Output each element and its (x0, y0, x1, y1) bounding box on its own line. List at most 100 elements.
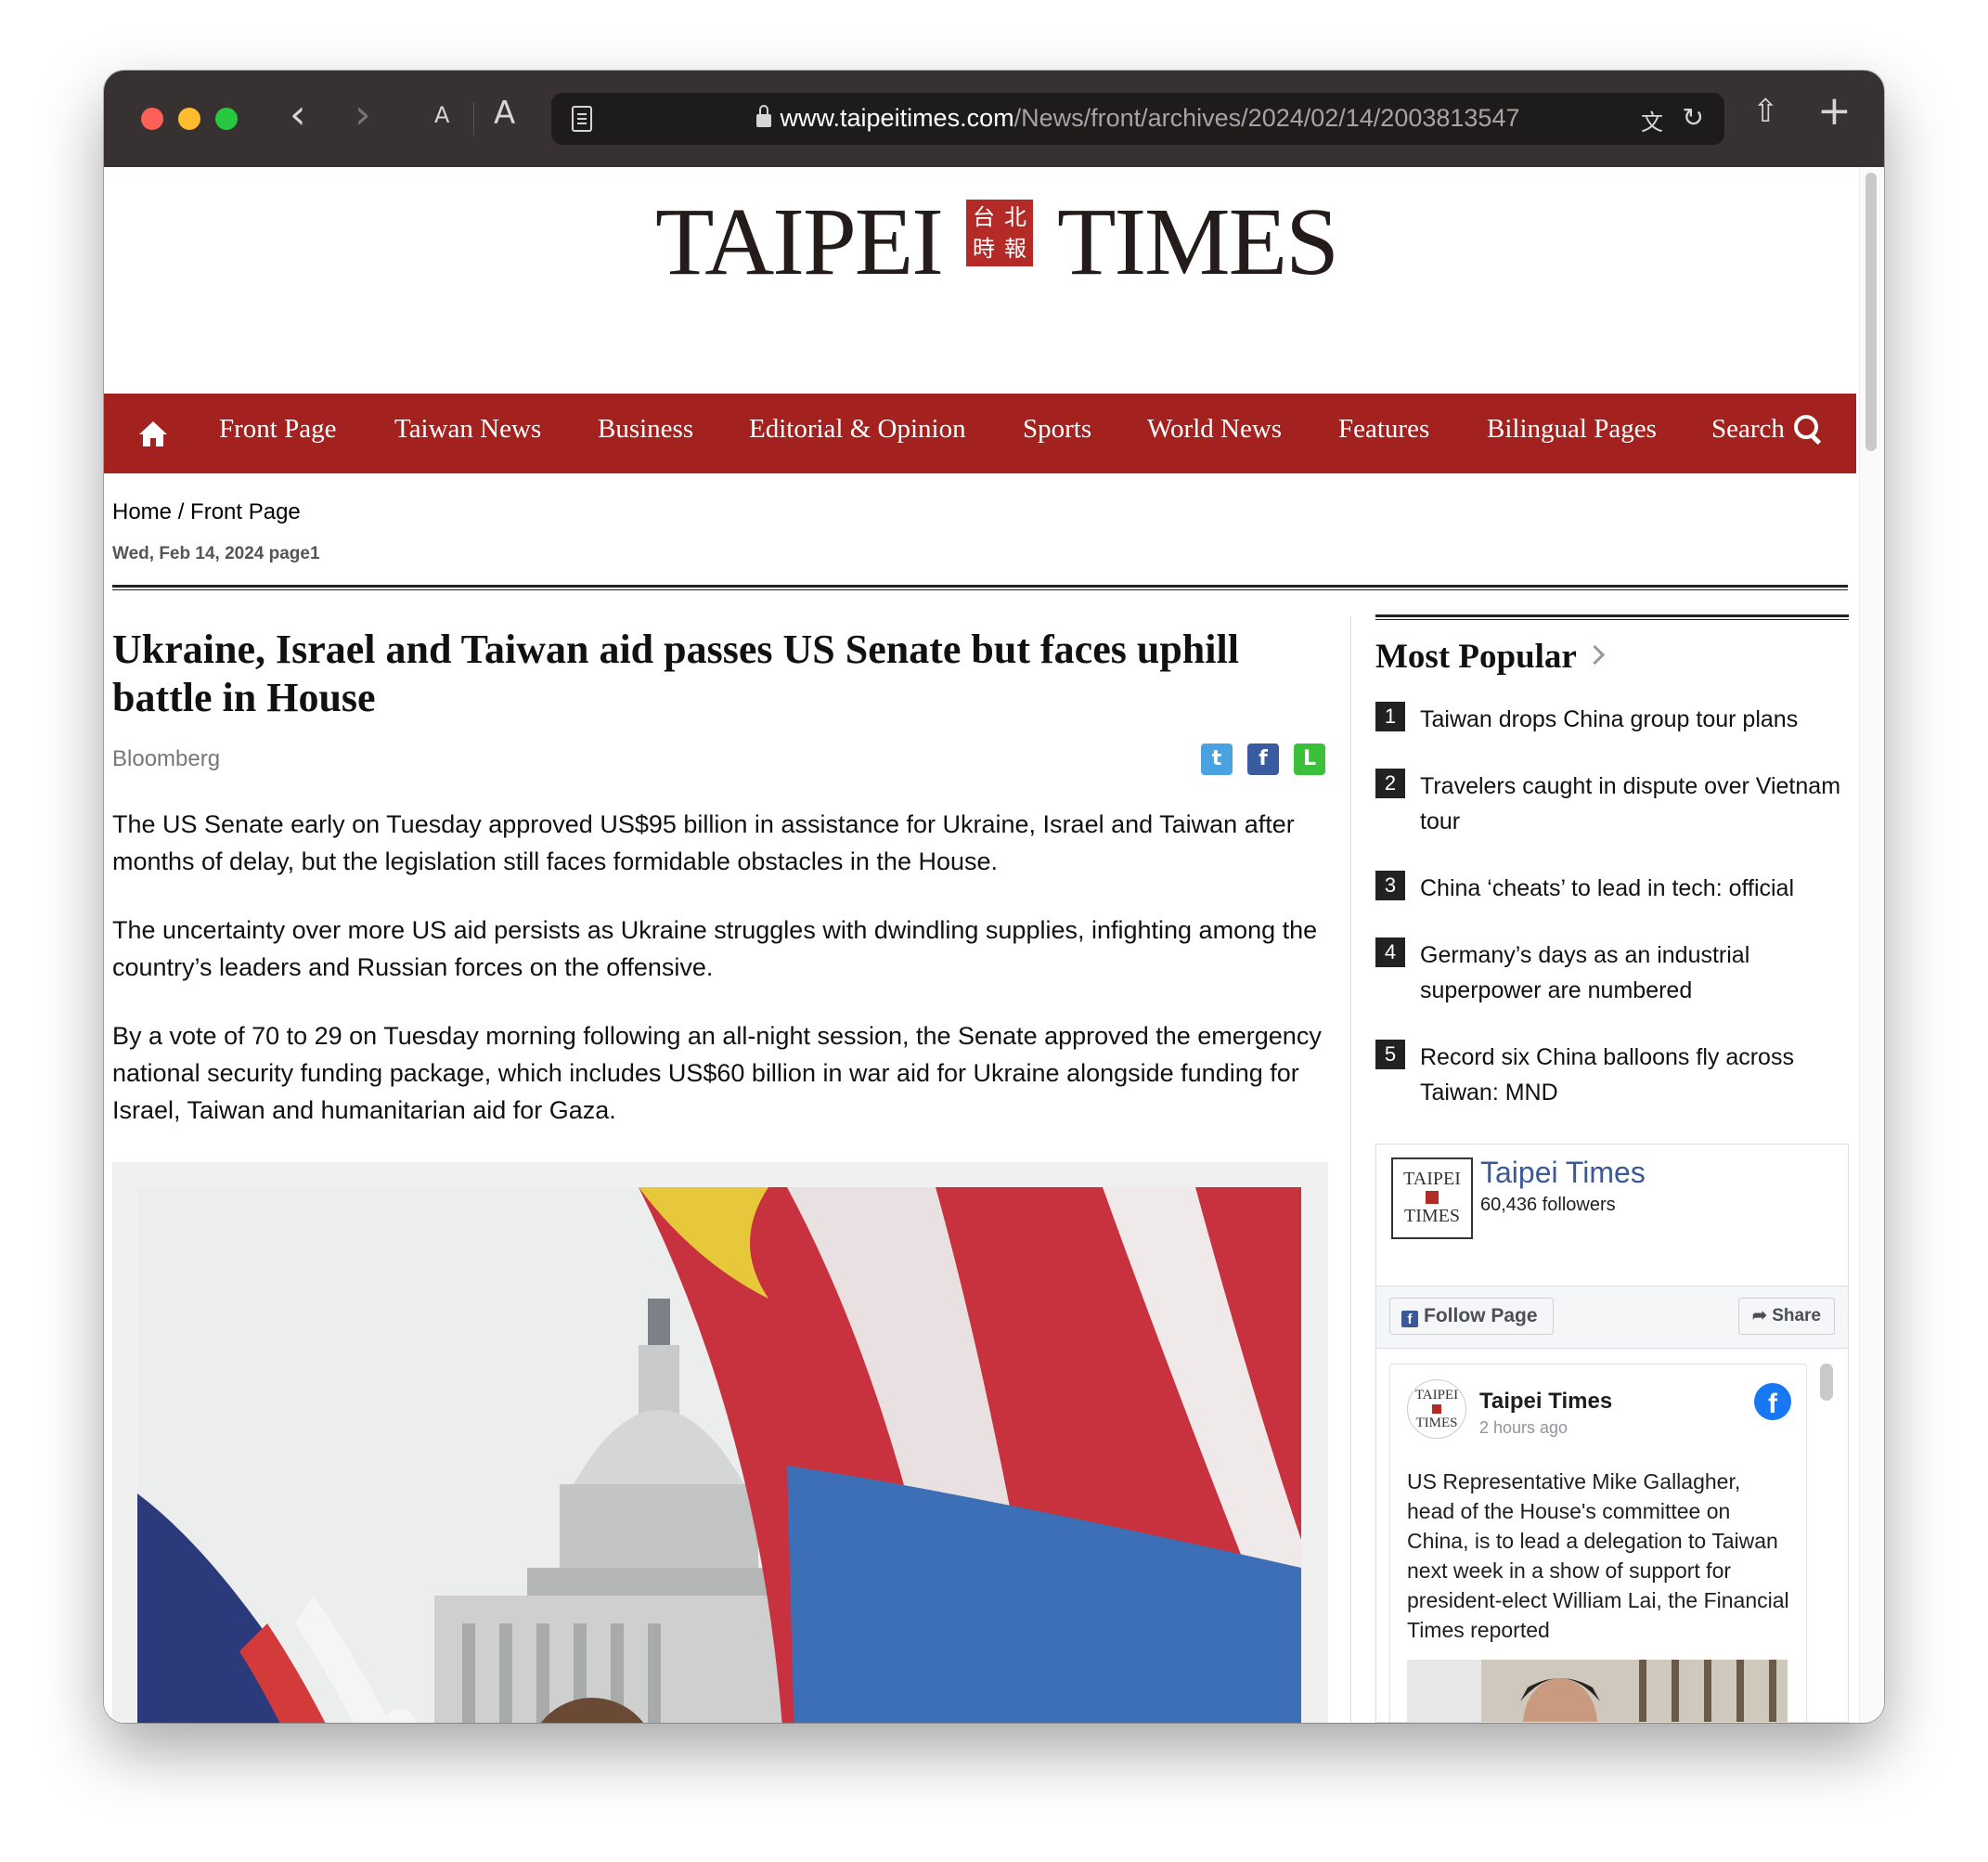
back-icon[interactable]: ‹ (290, 91, 306, 138)
search-icon (1793, 415, 1818, 439)
page-scrollbar[interactable] (1859, 167, 1884, 1723)
article-headline: Ukraine, Israel and Taiwan aid passes US… (112, 627, 1239, 720)
nav-sports[interactable]: Sports (1023, 414, 1091, 445)
nav-editorial-opinion[interactable]: Editorial & Opinion (749, 414, 966, 445)
seal-char: 報 (1003, 236, 1026, 262)
new-tab-icon[interactable]: + (1817, 87, 1852, 135)
browser-toolbar: ‹ › A A www.taipeitimes.com/News/front/a… (104, 71, 1884, 167)
popular-link[interactable]: Germany’s days as an industrial superpow… (1420, 937, 1849, 1008)
address-bar[interactable]: www.taipeitimes.com/News/front/archives/… (551, 93, 1724, 145)
url-path: /News/front/archives/2024/02/14/20038135… (1013, 104, 1520, 132)
avatar-seal (1432, 1404, 1441, 1414)
avatar-top: TAIPEI (1414, 1388, 1459, 1403)
logo-word-left: TAIPEI (655, 188, 944, 295)
post-photo-graphic (1407, 1660, 1788, 1722)
facebook-icon: f (1401, 1311, 1418, 1327)
article-photo-frame (112, 1162, 1328, 1723)
facebook-page-name[interactable]: Taipei Times (1480, 1156, 1646, 1190)
facebook-action-bar: f Follow Page ➦ Share (1376, 1286, 1848, 1349)
popular-link[interactable]: Record six China balloons fly across Tai… (1420, 1040, 1849, 1110)
avatar-bottom: TIMES (1415, 1416, 1458, 1430)
facebook-logo-icon[interactable]: f (1754, 1383, 1791, 1420)
most-popular-heading[interactable]: Most Popular (1375, 637, 1605, 677)
post-timestamp[interactable]: 2 hours ago (1479, 1418, 1568, 1438)
site-logo[interactable]: TAIPEI 台 北 時 報 TIMES (655, 188, 1339, 295)
masthead: TAIPEI 台 北 時 報 TIMES (104, 167, 1856, 323)
article-paragraph: The uncertainty over more US aid persist… (112, 916, 1318, 981)
popular-link[interactable]: Taiwan drops China group tour plans (1420, 702, 1849, 737)
logo-seal: 台 北 時 報 (965, 200, 1033, 266)
fb-logo-bottom: TIMES (1404, 1206, 1460, 1226)
nav-business[interactable]: Business (598, 414, 693, 445)
chevron-right-icon (1584, 644, 1605, 666)
popular-rank: 4 (1375, 937, 1405, 967)
breadcrumb-current[interactable]: Front Page (190, 499, 301, 524)
page-scrollbar-thumb[interactable] (1865, 173, 1877, 451)
capitol-flags-image (137, 1187, 1301, 1723)
post-text: US Representative Mike Gallagher, head o… (1407, 1469, 1789, 1642)
facebook-feed-scrollbar[interactable] (1820, 1364, 1833, 1401)
popular-link[interactable]: Travelers caught in dispute over Vietnam… (1420, 769, 1849, 839)
popular-rank: 2 (1375, 769, 1405, 798)
article-photo[interactable] (137, 1187, 1301, 1723)
nav-world-news[interactable]: World News (1147, 414, 1282, 445)
facebook-post[interactable]: TAIPEI TIMES Taipei Times 2 hours ago f … (1389, 1364, 1807, 1722)
popular-link[interactable]: China ‘cheats’ to lead in tech: official (1420, 871, 1849, 906)
article-paragraph: By a vote of 70 to 29 on Tuesday morning… (112, 1022, 1322, 1124)
facebook-page-logo[interactable]: TAIPEI TIMES (1391, 1157, 1473, 1239)
avatar[interactable]: TAIPEI TIMES (1407, 1379, 1466, 1439)
fb-logo-seal (1426, 1191, 1439, 1204)
seal-char: 時 (972, 236, 995, 262)
share-label: Share (1772, 1306, 1821, 1325)
nav-taiwan-news[interactable]: Taiwan News (394, 414, 541, 445)
translate-icon[interactable]: 文 (1641, 104, 1663, 136)
breadcrumb-separator: / (177, 499, 185, 524)
toolbar-divider (473, 102, 474, 136)
logo-word-right: TIMES (1056, 188, 1339, 295)
nav-front-page[interactable]: Front Page (219, 414, 336, 445)
facebook-page-widget: TAIPEI TIMES Taipei Times 60,436 followe… (1375, 1144, 1849, 1723)
main-nav: Front Page Taiwan News Business Editoria… (104, 394, 1856, 473)
nav-features[interactable]: Features (1338, 414, 1429, 445)
article-paragraph: The US Senate early on Tuesday approved … (112, 810, 1295, 875)
facebook-share-icon[interactable]: f (1247, 744, 1279, 775)
share-icon[interactable]: ⇧ (1752, 93, 1779, 130)
zoom-window-button[interactable] (215, 108, 238, 130)
seal-char: 台 (972, 204, 995, 230)
facebook-widget-header: TAIPEI TIMES Taipei Times 60,436 followe… (1376, 1144, 1848, 1286)
lock-icon (755, 105, 771, 127)
home-icon[interactable] (137, 418, 169, 449)
most-popular-title: Most Popular (1375, 638, 1577, 676)
url-host: www.taipeitimes.com (780, 104, 1014, 132)
facebook-followers-count: 60,436 followers (1480, 1195, 1616, 1215)
header-divider (112, 585, 1848, 590)
follow-page-label: Follow Page (1424, 1305, 1538, 1326)
sidebar-divider (1375, 614, 1849, 620)
popular-rank: 1 (1375, 702, 1405, 731)
nav-search-label: Search (1711, 414, 1785, 444)
web-page: TAIPEI 台 北 時 報 TIMES Front Page Taiwan N… (104, 167, 1884, 1723)
article-byline: Bloomberg (112, 746, 221, 771)
close-window-button[interactable] (141, 108, 163, 130)
increase-text-size-button[interactable]: A (494, 95, 515, 132)
share-button[interactable]: ➦ Share (1737, 1298, 1835, 1335)
forward-icon[interactable]: › (355, 91, 371, 138)
nav-bilingual-pages[interactable]: Bilingual Pages (1487, 414, 1657, 445)
url-text[interactable]: www.taipeitimes.com/News/front/archives/… (551, 104, 1724, 133)
minimize-window-button[interactable] (178, 108, 200, 130)
fb-logo-top: TAIPEI (1403, 1169, 1461, 1189)
breadcrumb: Home / Front Page (112, 499, 301, 525)
nav-search[interactable]: Search (1711, 414, 1818, 445)
follow-page-button[interactable]: f Follow Page (1389, 1298, 1554, 1335)
seal-char: 北 (1003, 204, 1026, 230)
share-arrow-icon: ➦ (1751, 1306, 1767, 1325)
reload-icon[interactable]: ↻ (1683, 102, 1704, 133)
decrease-text-size-button[interactable]: A (434, 102, 449, 128)
twitter-share-icon[interactable]: t (1201, 744, 1233, 775)
line-share-icon[interactable]: L (1294, 744, 1325, 775)
breadcrumb-home[interactable]: Home (112, 499, 172, 524)
column-divider (1350, 616, 1351, 1723)
popular-rank: 3 (1375, 871, 1405, 900)
post-author[interactable]: Taipei Times (1479, 1389, 1612, 1415)
post-image[interactable] (1407, 1660, 1788, 1722)
